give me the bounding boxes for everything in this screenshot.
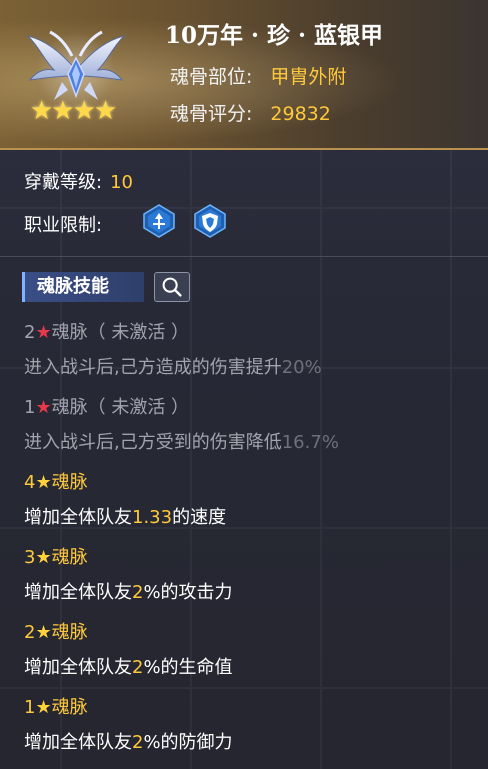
skill-name: 魂脉 bbox=[51, 472, 88, 493]
skill-entry-description: 进入战斗后,己方受到的伤害降低16.7% bbox=[24, 428, 339, 454]
skill-desc-text: 进入战斗后,己方受到的伤害降低 bbox=[24, 432, 282, 453]
skill-desc-text: 进入战斗后,己方造成的伤害提升 bbox=[24, 357, 282, 378]
skill-desc-suffix: %的防御力 bbox=[143, 732, 233, 753]
skill-entry-title: 2★魂脉 bbox=[24, 618, 88, 644]
star-icon: ★ bbox=[35, 697, 52, 718]
bone-score-row: 魂骨评分: 29832 bbox=[170, 99, 331, 126]
skill-entry-description: 增加全体队友2%的攻击力 bbox=[24, 578, 233, 604]
skill-star-count: 1 bbox=[24, 697, 36, 718]
skill-name: 魂脉 bbox=[51, 397, 88, 418]
star-icon: ★ bbox=[35, 322, 52, 343]
skill-status: （ 未激活 ） bbox=[87, 322, 190, 343]
skill-name: 魂脉 bbox=[51, 547, 88, 568]
skill-desc-text: 增加全体队友 bbox=[24, 582, 132, 603]
bone-score-value: 29832 bbox=[270, 103, 331, 125]
skill-desc-value: 1.33 bbox=[132, 507, 173, 528]
star-icon: ★ bbox=[35, 397, 52, 418]
assault-class-icon[interactable] bbox=[142, 204, 176, 238]
skill-desc-value: 2 bbox=[132, 732, 144, 753]
skill-entry-description: 增加全体队友2%的生命值 bbox=[24, 653, 233, 679]
wear-level-row: 穿戴等级: 10 bbox=[24, 168, 133, 194]
skill-desc-value: 2 bbox=[132, 582, 144, 603]
skill-entry-title: 1★魂脉（ 未激活 ） bbox=[24, 393, 189, 419]
skill-entry-description: 增加全体队友2%的防御力 bbox=[24, 728, 233, 754]
star-icon: ★ bbox=[35, 547, 52, 568]
wear-level-value: 10 bbox=[110, 172, 133, 193]
job-restriction-label: 职业限制: bbox=[24, 215, 103, 236]
star-icon: ★ bbox=[35, 622, 52, 643]
item-header: ★★★★ 10万年 · 珍 · 蓝银甲 魂骨部位: 甲胄外附 魂骨评分: 29832 bbox=[0, 0, 488, 150]
skill-name: 魂脉 bbox=[51, 622, 88, 643]
skill-desc-value: 16.7% bbox=[281, 432, 339, 453]
soul-bone-tooltip: ★★★★ 10万年 · 珍 · 蓝银甲 魂骨部位: 甲胄外附 魂骨评分: 29832… bbox=[0, 0, 488, 769]
bone-score-label: 魂骨评分: bbox=[170, 103, 253, 125]
bone-position-value: 甲胄外附 bbox=[270, 66, 347, 88]
soul-vein-skills-tab[interactable]: 魂脉技能 bbox=[22, 272, 144, 302]
skill-star-count: 2 bbox=[24, 622, 36, 643]
item-title: 10万年 · 珍 · 蓝银甲 bbox=[165, 22, 384, 49]
search-icon[interactable] bbox=[154, 272, 190, 302]
section-divider bbox=[0, 256, 488, 257]
skill-star-count: 1 bbox=[24, 397, 36, 418]
skill-desc-suffix: %的攻击力 bbox=[143, 582, 233, 603]
skill-status: （ 未激活 ） bbox=[87, 397, 190, 418]
skill-name: 魂脉 bbox=[51, 322, 88, 343]
skill-entry-title: 2★魂脉（ 未激活 ） bbox=[24, 318, 189, 344]
skill-star-count: 3 bbox=[24, 547, 36, 568]
skill-entry-title: 1★魂脉 bbox=[24, 693, 88, 719]
skill-desc-suffix: 的速度 bbox=[172, 507, 227, 528]
skill-entry-title: 3★魂脉 bbox=[24, 543, 88, 569]
skill-desc-value: 20% bbox=[281, 357, 322, 378]
skill-star-count: 2 bbox=[24, 322, 36, 343]
bone-position-row: 魂骨部位: 甲胄外附 bbox=[170, 62, 346, 89]
skill-desc-text: 增加全体队友 bbox=[24, 732, 132, 753]
defense-class-icon[interactable] bbox=[193, 204, 227, 238]
rarity-stars: ★★★★ bbox=[30, 96, 117, 126]
skill-desc-suffix: %的生命值 bbox=[143, 657, 233, 678]
skill-name: 魂脉 bbox=[51, 697, 88, 718]
skill-star-count: 4 bbox=[24, 472, 36, 493]
skill-desc-value: 2 bbox=[132, 657, 144, 678]
bone-position-label: 魂骨部位: bbox=[170, 66, 253, 88]
skill-desc-text: 增加全体队友 bbox=[24, 657, 132, 678]
wear-level-label: 穿戴等级: bbox=[24, 172, 103, 193]
skill-entry-title: 4★魂脉 bbox=[24, 468, 88, 494]
star-icon: ★ bbox=[35, 472, 52, 493]
skill-entry-description: 进入战斗后,己方造成的伤害提升20% bbox=[24, 353, 322, 379]
skill-entry-description: 增加全体队友1.33的速度 bbox=[24, 503, 226, 529]
skill-desc-text: 增加全体队友 bbox=[24, 507, 132, 528]
